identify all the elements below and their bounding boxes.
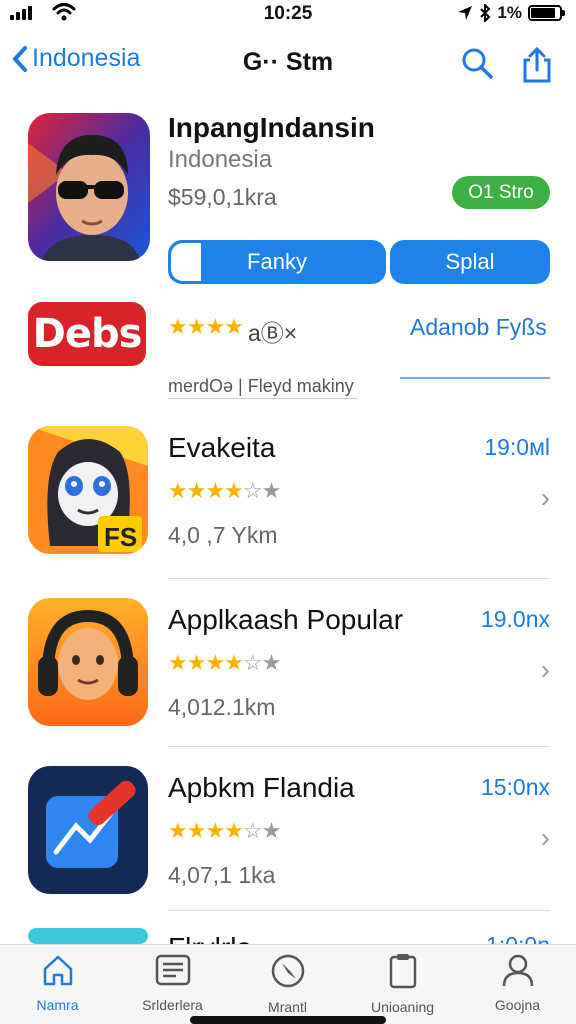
app-name: Flrvlrla [168, 932, 252, 944]
featured-app-price: $59,0,1kra [168, 184, 277, 210]
tab-news[interactable]: Srlderlera [115, 953, 230, 1013]
status-bar: 10:25 1% [0, 0, 576, 30]
divider [168, 578, 550, 579]
explore-icon [271, 954, 304, 988]
tab-explore[interactable]: Mrantl [230, 953, 345, 1015]
search-icon [462, 48, 493, 79]
svg-text:FS: FS [104, 522, 137, 552]
divider [168, 746, 550, 747]
tab-home[interactable]: Namra [0, 953, 115, 1013]
app-icon-partial [28, 928, 148, 944]
tab-documents[interactable]: Unioaning [345, 953, 460, 1015]
tab-label: Unioaning [370, 999, 435, 1015]
share-icon [523, 46, 551, 83]
star-rating: ★★★★☆★ [168, 650, 281, 675]
rating-text: aⒷ× [248, 320, 298, 346]
share-button[interactable] [520, 46, 554, 83]
list-item[interactable]: Applkaash Popular ★★★★☆★ 4,012.1km 19.0n… [0, 598, 576, 758]
status-badge: O1 Stro [452, 176, 550, 209]
app-icon-apbkm [28, 766, 148, 894]
featured-app-icon[interactable] [28, 113, 150, 261]
news-icon [155, 954, 190, 986]
chevron-left-icon [13, 45, 27, 72]
app-value: 1:0:0n [486, 932, 550, 944]
app-icon-evakeita: FS [28, 426, 148, 554]
location-icon [458, 6, 473, 20]
search-button[interactable] [460, 46, 494, 80]
battery-percent: 1% [497, 3, 522, 22]
app-value: 19:0мl [484, 434, 550, 460]
debs-link[interactable]: Adanob Fyßs [410, 314, 547, 341]
tab-profile[interactable]: Goojna [460, 953, 575, 1013]
caption-text: merdOə | Fleyd makiny [168, 376, 354, 396]
bluetooth-icon [480, 4, 491, 22]
star-rating: ★★★★☆★ [168, 818, 281, 843]
list-item[interactable]: Apbkm Flandia ★★★★☆★ 4,07,1 1ka 15:0nx › [0, 766, 576, 926]
app-name: Apbkm Flandia [168, 772, 355, 803]
debs-logo[interactable]: Debs [28, 302, 146, 366]
tab-label: Srlderlera [142, 997, 203, 1013]
profile-icon [502, 954, 533, 987]
list-item[interactable]: FS Evakeita ★★★★☆★ 4,0 ,7 Ykm 19:0мl › [0, 426, 576, 586]
app-name: Applkaash Popular [168, 604, 404, 635]
secondary-button[interactable]: Splal [390, 240, 550, 284]
featured-app-name: InpangIndansin [168, 112, 375, 143]
back-button[interactable]: Indonesia [12, 44, 140, 73]
app-name: Evakeita [168, 432, 276, 463]
home-indicator[interactable] [190, 1016, 386, 1024]
chevron-right-icon[interactable]: › [541, 654, 550, 686]
app-icon-applkaash [28, 598, 148, 726]
battery-icon [528, 5, 565, 21]
divider [168, 398, 358, 399]
featured-app-subtitle: Indonesia [168, 146, 273, 173]
divider [400, 377, 550, 379]
divider [168, 910, 550, 911]
tab-label: Namra [36, 997, 79, 1013]
tab-label: Goojna [494, 997, 541, 1013]
chevron-right-icon[interactable]: › [541, 482, 550, 514]
app-size: 4,012.1km [168, 694, 276, 720]
home-icon [43, 955, 72, 986]
tab-label: Mrantl [268, 999, 307, 1015]
star-rating: ★★★★ [168, 314, 244, 339]
star-rating: ★★★★☆★ [168, 478, 281, 503]
app-value: 19.0nx [480, 606, 550, 632]
list-item[interactable]: Flrvlrla 1:0:0n [0, 928, 576, 944]
toggle-segment[interactable] [169, 241, 203, 283]
chevron-right-icon[interactable]: › [541, 822, 550, 854]
app-size: 4,07,1 1ka [168, 862, 276, 888]
document-icon [389, 954, 416, 989]
app-size: 4,0 ,7 Ykm [168, 522, 278, 548]
back-label: Indonesia [32, 44, 141, 72]
app-value: 15:0nx [480, 774, 550, 800]
tab-bar: Namra Srlderlera Mrantl Unioaning Goojna [0, 944, 576, 1024]
nav-bar: Indonesia G·· Stm [0, 34, 576, 94]
status-right: 1% [457, 3, 565, 23]
